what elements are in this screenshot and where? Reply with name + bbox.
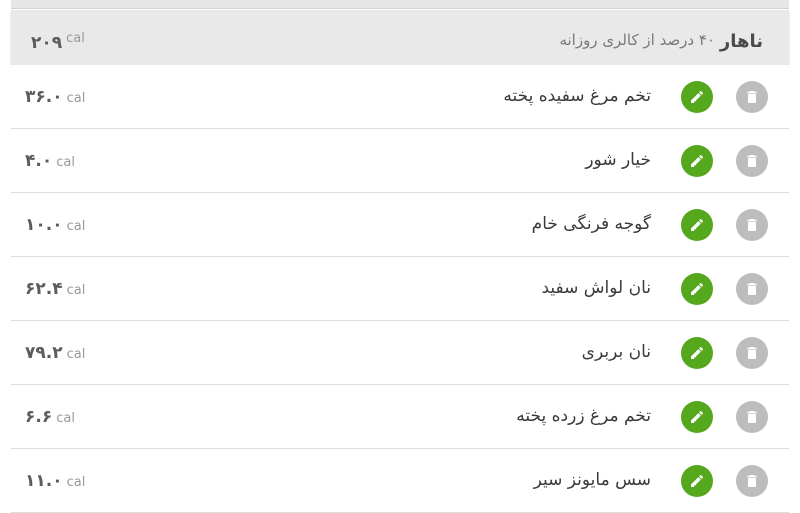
meal-header: ناهار ۴۰ درصد از کالری روزانه ۲۰۹ cal (11, 10, 789, 65)
food-calories: ۱۱.۰ cal (25, 471, 85, 491)
delete-button[interactable] (736, 273, 768, 305)
calorie-value: ۶.۶ (25, 407, 53, 427)
pencil-icon (691, 282, 704, 295)
food-name[interactable]: نان بربری (582, 342, 651, 362)
food-row: ۳۶.۰ cal تخم مرغ سفیده پخته (11, 65, 789, 129)
food-calories: ۶.۶ cal (25, 407, 75, 427)
edit-button[interactable] (681, 401, 713, 433)
food-row: ۱۱.۰ cal سس مایونز سیر (11, 449, 789, 513)
trash-icon (747, 347, 757, 359)
calorie-unit: cal (66, 283, 86, 298)
edit-button[interactable] (681, 337, 713, 369)
food-name[interactable]: تخم مرغ سفیده پخته (503, 86, 651, 106)
food-calories: ۶۲.۴ cal (25, 279, 85, 299)
meal-total-unit: cal (66, 31, 85, 46)
pencil-icon (691, 474, 704, 487)
previous-section-edge (11, 0, 789, 9)
trash-icon (747, 411, 757, 423)
calorie-unit: cal (56, 155, 75, 170)
food-row: ۱۰.۰ cal گوجه فرنگی خام (11, 193, 789, 257)
food-name[interactable]: سس مایونز سیر (534, 470, 651, 490)
delete-button[interactable] (736, 81, 768, 113)
calorie-unit: cal (66, 91, 86, 106)
calorie-value: ۶۲.۴ (25, 279, 63, 299)
calorie-unit: cal (66, 219, 86, 234)
calorie-value: ۳۶.۰ (25, 87, 63, 107)
meal-total-calories: ۲۰۹ cal (31, 31, 85, 53)
edit-button[interactable] (681, 145, 713, 177)
calorie-value: ۷۹.۲ (25, 343, 63, 363)
calorie-value: ۱۰.۰ (25, 215, 63, 235)
calorie-unit: cal (66, 347, 86, 362)
food-calories: ۱۰.۰ cal (25, 215, 85, 235)
food-name[interactable]: تخم مرغ زرده پخته (516, 406, 651, 426)
edit-button[interactable] (681, 81, 713, 113)
food-list: ۳۶.۰ cal تخم مرغ سفیده پخته ۴.۰ cal خیار ش… (11, 65, 789, 513)
food-row: ۶.۶ cal تخم مرغ زرده پخته (11, 385, 789, 449)
delete-button[interactable] (736, 401, 768, 433)
trash-icon (747, 155, 757, 167)
food-calories: ۷۹.۲ cal (25, 343, 85, 363)
calorie-value: ۱۱.۰ (25, 471, 63, 491)
trash-icon (747, 475, 757, 487)
food-name[interactable]: خیار شور (585, 150, 651, 170)
meal-title: ناهار (719, 31, 763, 52)
pencil-icon (691, 346, 704, 359)
pencil-icon (691, 218, 704, 231)
pencil-icon (691, 90, 704, 103)
delete-button[interactable] (736, 465, 768, 497)
food-calories: ۴.۰ cal (25, 151, 75, 171)
meal-subtitle: ۴۰ درصد از کالری روزانه (559, 31, 715, 49)
food-name[interactable]: نان لواش سفید (541, 278, 651, 298)
edit-button[interactable] (681, 465, 713, 497)
calorie-unit: cal (66, 475, 86, 490)
edit-button[interactable] (681, 209, 713, 241)
trash-icon (747, 283, 757, 295)
delete-button[interactable] (736, 209, 768, 241)
calorie-unit: cal (56, 411, 75, 426)
meal-total-value: ۲۰۹ (31, 33, 63, 53)
delete-button[interactable] (736, 337, 768, 369)
pencil-icon (691, 154, 704, 167)
food-name[interactable]: گوجه فرنگی خام (532, 214, 651, 234)
edit-button[interactable] (681, 273, 713, 305)
food-row: ۷۹.۲ cal نان بربری (11, 321, 789, 385)
trash-icon (747, 91, 757, 103)
trash-icon (747, 219, 757, 231)
pencil-icon (691, 410, 704, 423)
food-row: ۶۲.۴ cal نان لواش سفید (11, 257, 789, 321)
food-calories: ۳۶.۰ cal (25, 87, 85, 107)
calorie-value: ۴.۰ (25, 151, 53, 171)
food-row: ۴.۰ cal خیار شور (11, 129, 789, 193)
delete-button[interactable] (736, 145, 768, 177)
